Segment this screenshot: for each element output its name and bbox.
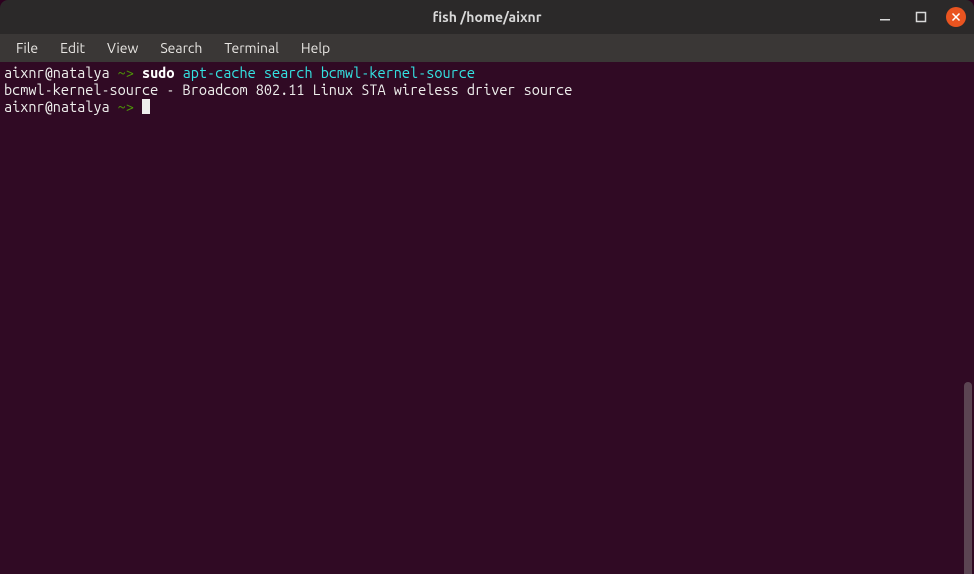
menu-edit[interactable]: Edit — [50, 37, 95, 59]
scrollbar[interactable] — [964, 382, 972, 574]
close-icon — [951, 12, 961, 22]
minimize-button[interactable] — [874, 6, 896, 28]
cmd-args: apt-cache search bcmwl-kernel-source — [175, 64, 475, 81]
menu-file[interactable]: File — [6, 37, 48, 59]
prompt-arrow: ~> — [110, 98, 142, 115]
menu-terminal[interactable]: Terminal — [214, 37, 289, 59]
prompt-user: aixnr@natalya — [4, 98, 110, 115]
titlebar: fish /home/aixnr — [0, 0, 974, 34]
menu-help[interactable]: Help — [291, 37, 340, 59]
close-button[interactable] — [946, 7, 966, 27]
minimize-icon — [879, 11, 891, 23]
menu-view[interactable]: View — [97, 37, 148, 59]
terminal-line: aixnr@natalya ~> sudo apt-cache search b… — [4, 64, 970, 81]
prompt-user: aixnr@natalya — [4, 64, 110, 81]
window-title: fish /home/aixnr — [432, 9, 541, 25]
prompt-arrow: ~> — [110, 64, 142, 81]
terminal-area[interactable]: aixnr@natalya ~> sudo apt-cache search b… — [0, 62, 974, 574]
terminal-line: bcmwl-kernel-source - Broadcom 802.11 Li… — [4, 81, 970, 98]
cursor — [142, 99, 150, 114]
output-text: bcmwl-kernel-source - Broadcom 802.11 Li… — [4, 81, 572, 98]
menu-search[interactable]: Search — [150, 37, 212, 59]
window-controls — [874, 6, 966, 28]
terminal-line: aixnr@natalya ~> — [4, 98, 970, 115]
maximize-icon — [915, 11, 927, 23]
maximize-button[interactable] — [910, 6, 932, 28]
cmd-sudo: sudo — [142, 64, 174, 81]
menubar: File Edit View Search Terminal Help — [0, 34, 974, 62]
